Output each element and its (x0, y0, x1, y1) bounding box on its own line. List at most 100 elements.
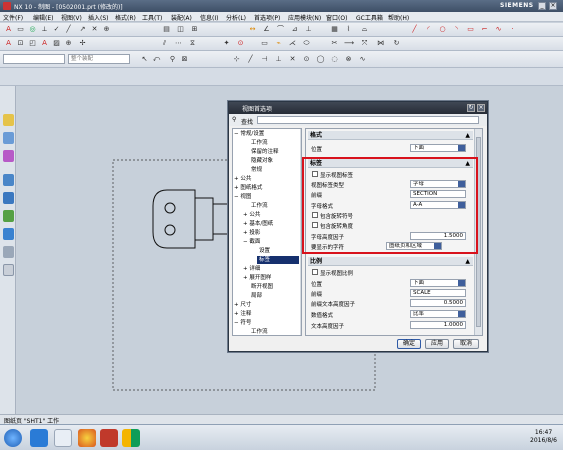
tree-item-view-common[interactable]: + 公共 (243, 211, 260, 219)
dim-angle-icon[interactable]: ∠ (262, 25, 271, 34)
tree-item-view-workflow[interactable]: 工作流 (251, 202, 268, 210)
snap-quadrant-icon[interactable]: ◯ (316, 55, 325, 64)
tree-item-common[interactable]: + 公共 (234, 175, 251, 183)
tree-item-general[interactable]: − 常规/设置 (234, 130, 264, 138)
tree-item-dimension[interactable]: + 尺寸 (234, 301, 251, 309)
dim-linear-icon[interactable]: ↔ (248, 25, 257, 34)
dim-radius-icon[interactable]: ⌒ (276, 25, 285, 34)
section-scale-header[interactable]: 比例 ▲ (308, 257, 473, 266)
sketch-polyline-icon[interactable]: ⌐ (480, 25, 489, 34)
menu-file[interactable]: 文件(F) (3, 13, 23, 22)
cancel-button[interactable]: 取消 (453, 339, 479, 349)
section-icon[interactable]: ⊞ (190, 25, 199, 34)
menu-window[interactable]: 窗口(O) (326, 13, 347, 22)
select-icon[interactable]: ↖ (140, 55, 149, 64)
tree-item-label-selected[interactable]: 标签 (257, 256, 299, 264)
move-icon[interactable]: ⤧ (360, 39, 369, 48)
tree-item-local[interactable]: 局部 (251, 292, 262, 300)
zoom-icon[interactable]: ◎ (28, 25, 37, 34)
snap-point-icon[interactable]: ⊗ (344, 55, 353, 64)
system-clock[interactable]: 16:47 2016/8/6 (530, 429, 557, 445)
taskbar-app-2-icon[interactable] (54, 429, 72, 447)
hd3d-tools-icon[interactable] (3, 192, 14, 204)
frame-icon[interactable]: ▭ (260, 39, 269, 48)
snap-icon[interactable]: ⊹ (232, 55, 241, 64)
menu-analysis[interactable]: 分析(L) (226, 13, 246, 22)
centerline-icon[interactable]: ⊕ (64, 39, 73, 48)
apply-button[interactable]: 应用 (425, 339, 449, 349)
roles-icon[interactable] (3, 264, 14, 276)
value-format-select[interactable]: 比率 (410, 310, 466, 318)
menu-format[interactable]: 格式(R) (115, 13, 136, 22)
view-icon[interactable]: ◫ (176, 25, 185, 34)
tree-item-section[interactable]: − 截面 (243, 238, 260, 246)
rotate-icon[interactable]: ↻ (392, 39, 401, 48)
tree-item-break-view[interactable]: 断开视图 (251, 283, 273, 291)
part-navigator-icon[interactable] (3, 114, 14, 126)
taskbar-app-4-icon[interactable] (100, 429, 118, 447)
note-icon[interactable]: ▭ (16, 25, 25, 34)
tree-item-flat-pattern[interactable]: + 展开图样 (243, 274, 271, 282)
dialog-title-bar[interactable]: 视图首选项 ↻ × (229, 102, 487, 114)
scale-position-select[interactable]: 下面 (410, 279, 466, 287)
web-browser-icon[interactable] (3, 210, 14, 222)
snap-curve-icon[interactable]: ∿ (358, 55, 367, 64)
format-position-select[interactable]: 下面 (410, 144, 466, 152)
snap-center-icon[interactable]: ⊙ (302, 55, 311, 64)
system-materials-icon[interactable] (3, 246, 14, 258)
snap-intersect-icon[interactable]: ✕ (288, 55, 297, 64)
label-icon[interactable]: ◰ (28, 39, 37, 48)
search-input[interactable] (257, 116, 479, 124)
tangent-icon[interactable]: ⌁ (274, 39, 283, 48)
tree-item-detail[interactable]: + 详细 (243, 265, 260, 273)
tree-item-annotation[interactable]: + 注释 (234, 310, 251, 318)
constraint-navigator-icon[interactable] (3, 150, 14, 162)
bolt-circle-icon[interactable]: ✢ (78, 39, 87, 48)
mirror-icon[interactable]: ⧖ (188, 39, 197, 48)
section-format-header[interactable]: 格式 ▲ (308, 131, 473, 140)
weld-icon[interactable]: ⌇ (344, 25, 353, 34)
assembly-filter-select[interactable]: 整个装配 (68, 54, 130, 64)
tree-item-general-sub[interactable]: 常规 (251, 166, 262, 174)
taskbar-nx-icon[interactable] (122, 429, 140, 447)
menu-tools[interactable]: 工具(T) (142, 13, 162, 22)
taskbar-app-3-icon[interactable] (78, 429, 96, 447)
type-filter-select[interactable] (3, 54, 65, 64)
menu-gc-toolkit[interactable]: GC工具箱 (356, 13, 383, 22)
point-constructor-icon[interactable]: ⊙ (236, 39, 245, 48)
text-a-icon[interactable]: A (4, 25, 13, 34)
filter-icon[interactable]: ⚲ (168, 55, 177, 64)
tree-item-symbol[interactable]: − 符号 (234, 319, 251, 327)
snap-mid-icon[interactable]: ⊣ (260, 55, 269, 64)
table-icon[interactable]: ▦ (330, 25, 339, 34)
assembly-navigator-icon[interactable] (3, 132, 14, 144)
pattern-icon[interactable]: ⋯ (174, 39, 183, 48)
menu-help[interactable]: 帮助(H) (388, 13, 409, 22)
offset-icon[interactable]: ⫽ (160, 39, 169, 48)
ellipse-icon[interactable]: ⬭ (302, 39, 311, 48)
menu-insert[interactable]: 插入(S) (88, 13, 109, 22)
dim-chamfer-icon[interactable]: ⊿ (290, 25, 299, 34)
extend-icon[interactable]: ⟶ (344, 39, 354, 48)
hide-icon[interactable]: ✕ (90, 25, 99, 34)
taskbar-app-1-icon[interactable] (30, 429, 48, 447)
line-icon[interactable]: ╱ (64, 25, 73, 34)
surface-icon[interactable]: ⌓ (360, 25, 369, 34)
join-icon[interactable]: ⋈ (376, 39, 385, 48)
tree-item-hidden-objects[interactable]: 隐藏对象 (251, 157, 273, 165)
symbol-icon[interactable]: ⊡ (16, 39, 25, 48)
tree-item-sheet-format[interactable]: + 图纸格式 (234, 184, 262, 192)
tree-item-projected[interactable]: + 投影 (243, 229, 260, 237)
bisect-icon[interactable]: ⋌ (288, 39, 297, 48)
scale-prefix-input[interactable]: SCALE (410, 289, 466, 297)
deselect-icon[interactable]: ⤺ (152, 55, 161, 64)
ok-button[interactable]: 确定 (397, 339, 421, 349)
menu-view[interactable]: 视图(V) (61, 13, 82, 22)
sketch-point-icon[interactable]: · (508, 25, 517, 34)
sketch-line-icon[interactable]: ╱ (410, 25, 419, 34)
tree-item-workflow[interactable]: 工作流 (251, 139, 268, 147)
menu-assembly[interactable]: 装配(A) (171, 13, 192, 22)
show-scale-checkbox[interactable] (312, 269, 318, 275)
menu-edit[interactable]: 编辑(E) (33, 13, 53, 22)
tree-item-base-drawing[interactable]: + 基本/图纸 (243, 220, 273, 228)
